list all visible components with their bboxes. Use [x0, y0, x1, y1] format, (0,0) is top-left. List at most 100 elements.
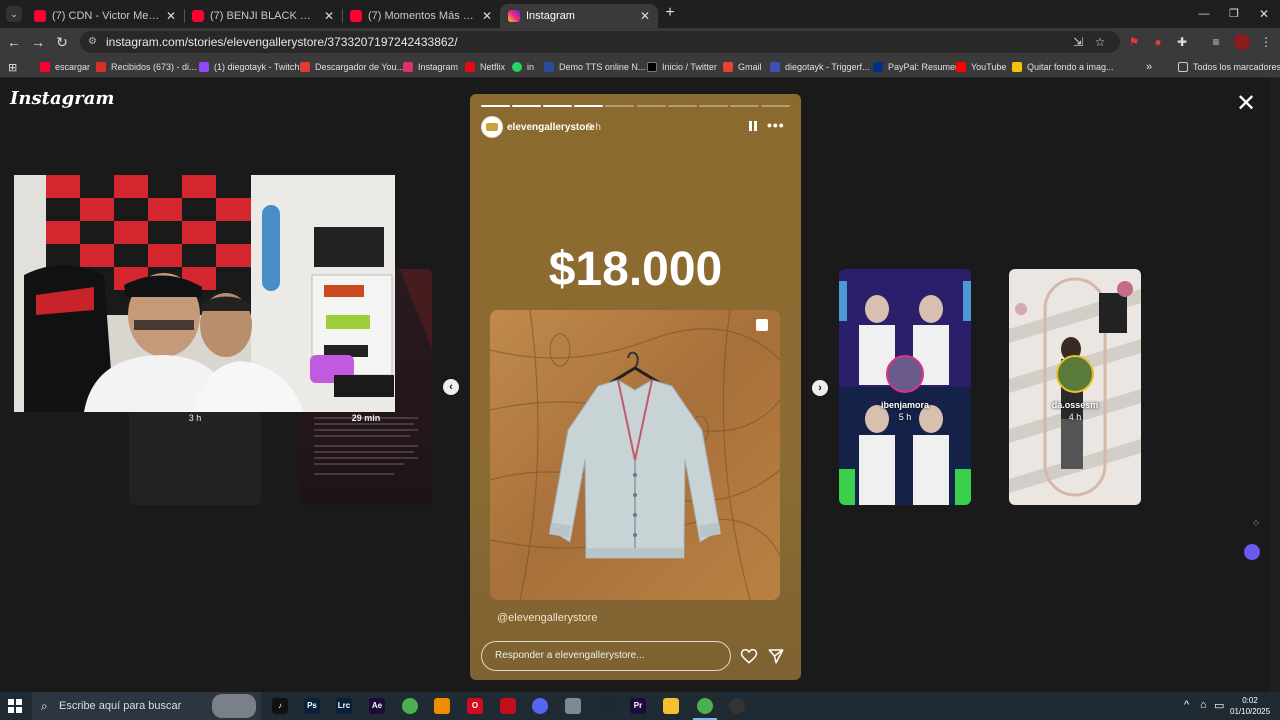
story-progress-segment [605, 105, 635, 107]
like-heart-icon[interactable] [740, 647, 758, 665]
site-info-icon[interactable]: ⚙ [88, 36, 100, 48]
tray-network-icon[interactable]: ⌂ [1200, 699, 1207, 711]
reload-icon[interactable]: ↻ [54, 34, 70, 50]
close-tab-icon[interactable]: ✕ [482, 9, 492, 23]
profile-avatar[interactable] [1234, 34, 1250, 50]
triggerfyre-icon [770, 62, 780, 72]
youtube-icon [350, 10, 362, 22]
story-progress-segment [636, 105, 666, 107]
file-explorer-icon[interactable] [663, 698, 679, 714]
bookmark-11[interactable]: PayPal: Resumen [873, 60, 960, 74]
app-red-icon[interactable] [500, 698, 516, 714]
tab-cdn[interactable]: (7) CDN - Victor Mendivil (Offic ✕ [26, 4, 184, 28]
back-icon[interactable]: ← [6, 34, 22, 50]
tiktok-icon[interactable]: ♪ [272, 698, 288, 714]
story-progress-segment [667, 105, 697, 107]
opera-icon[interactable]: O [467, 698, 483, 714]
search-icon: ⌕ [41, 699, 48, 713]
webcam-image [14, 175, 395, 412]
story-preview-da-ossesm[interactable]: da.ossesm 4 h [1009, 269, 1141, 505]
download-icon [300, 62, 310, 72]
more-options-icon[interactable]: ••• [767, 118, 785, 132]
bookmark-9[interactable]: Gmail [723, 60, 762, 74]
story-username[interactable]: elevengallerystore [507, 122, 595, 133]
bookmark-12[interactable]: YouTube [956, 60, 1006, 74]
extension-grid-icon[interactable]: ⁘ [1249, 517, 1263, 531]
bookmark-star-icon[interactable]: ☆ [1092, 34, 1108, 50]
app-bird-icon[interactable] [565, 698, 581, 714]
extensions-icon[interactable]: ✚ [1174, 34, 1190, 50]
windows-start-icon[interactable] [8, 699, 22, 713]
photoshop-icon[interactable]: Ps [304, 698, 320, 714]
story-preview-avatar [886, 355, 924, 393]
lightroom-icon[interactable]: Lrc [336, 698, 352, 714]
menu-icon[interactable]: ⋮ [1258, 34, 1274, 50]
chrome-icon[interactable] [402, 698, 418, 714]
restore-icon[interactable]: ❐ [1226, 6, 1242, 22]
bookmark-4[interactable]: Instagram [403, 60, 458, 74]
tab-benji[interactable]: (7) BENJI BLACK OFFICIAL - You ✕ [184, 4, 342, 28]
instagram-icon [403, 62, 413, 72]
extension-red-icon[interactable]: ⚑ [1126, 34, 1142, 50]
chrome-active-icon[interactable] [697, 698, 713, 714]
instagram-icon [508, 10, 520, 22]
after-effects-icon[interactable]: Ae [369, 698, 385, 714]
bookmarks-bar: ⊞ escargar Recibidos (673) - di... (1) d… [0, 56, 1280, 78]
bookmark-3[interactable]: Descargador de You... [300, 60, 404, 74]
address-bar[interactable]: ⚙ instagram.com/stories/elevengallerysto… [80, 31, 1120, 53]
discord-icon[interactable] [532, 698, 548, 714]
close-stories-icon[interactable]: ✕ [1236, 92, 1256, 116]
minimize-icon[interactable]: — [1196, 6, 1212, 22]
close-tab-icon[interactable]: ✕ [166, 9, 176, 23]
instagram-logo[interactable]: Instagram [10, 88, 114, 109]
bookmark-2[interactable]: (1) diegotayk - Twitch [199, 60, 299, 74]
close-tab-icon[interactable]: ✕ [640, 9, 650, 23]
tab-momentos[interactable]: (7) Momentos Más Locos: Polic ✕ [342, 4, 500, 28]
story-progress-segment [698, 105, 728, 107]
scrollbar[interactable] [1270, 78, 1280, 692]
vlc-icon[interactable] [434, 698, 450, 714]
story-preview-time: 5 h [898, 412, 912, 422]
story-progress-segment [729, 105, 759, 107]
tab-search-icon[interactable]: ⌄ [6, 6, 22, 22]
tray-display-icon[interactable]: ▭ [1214, 699, 1224, 712]
obs-icon[interactable] [729, 698, 745, 714]
share-direct-icon[interactable] [767, 647, 785, 665]
reply-input[interactable]: Responder a elevengallerystore... [481, 641, 731, 671]
new-tab-button[interactable]: + [662, 5, 678, 21]
bookmarks-overflow-icon[interactable]: » [1146, 60, 1152, 74]
photo-select-icon[interactable] [756, 319, 768, 331]
pause-icon[interactable] [747, 120, 759, 132]
install-app-icon[interactable]: ⇲ [1070, 34, 1086, 50]
bookmark-5[interactable]: Netflix [465, 60, 505, 74]
bookmark-1[interactable]: Recibidos (673) - di... [96, 60, 197, 74]
forward-icon[interactable]: → [30, 34, 46, 50]
extension-bot-icon[interactable] [1244, 544, 1260, 560]
tray-chevron-icon[interactable]: ^ [1184, 699, 1189, 711]
bookmark-13[interactable]: Quitar fondo a imag... [1012, 60, 1114, 74]
extension-adblock-icon[interactable]: ● [1150, 34, 1166, 50]
bookmark-8[interactable]: Inicio / Twitter [647, 60, 717, 74]
premiere-icon[interactable]: Pr [630, 698, 646, 714]
close-window-icon[interactable]: ✕ [1256, 6, 1272, 22]
tab-instagram[interactable]: Instagram ✕ [500, 4, 658, 28]
bookmark-7[interactable]: Demo TTS online N... [544, 60, 645, 74]
close-tab-icon[interactable]: ✕ [324, 9, 334, 23]
reading-list-icon[interactable]: ≡ [1208, 34, 1224, 50]
apps-icon[interactable]: ⊞ [8, 60, 17, 74]
all-bookmarks[interactable]: Todos los marcadores [1178, 60, 1280, 74]
bookmark-0[interactable]: escargar [40, 60, 90, 74]
tray-clock[interactable]: 0:02 01/10/2025 [1230, 695, 1270, 717]
steam-icon[interactable] [598, 698, 614, 714]
bookmark-10[interactable]: diegotayk - Triggerf... [770, 60, 870, 74]
taskbar-search[interactable]: ⌕ Escribe aquí para buscar [32, 692, 261, 720]
story-avatar[interactable] [481, 116, 503, 138]
cardigan-image [490, 310, 780, 600]
story-preview-ibenjamora[interactable]: ibenjamora 5 h [839, 269, 971, 505]
story-time: 9 h [587, 122, 601, 133]
story-mention[interactable]: @elevengallerystore [497, 612, 597, 624]
bookmark-6[interactable]: in [512, 60, 534, 74]
story-progress-segment [543, 105, 573, 107]
previous-story-button[interactable]: ‹ [443, 379, 459, 395]
next-story-button[interactable]: › [812, 380, 828, 396]
